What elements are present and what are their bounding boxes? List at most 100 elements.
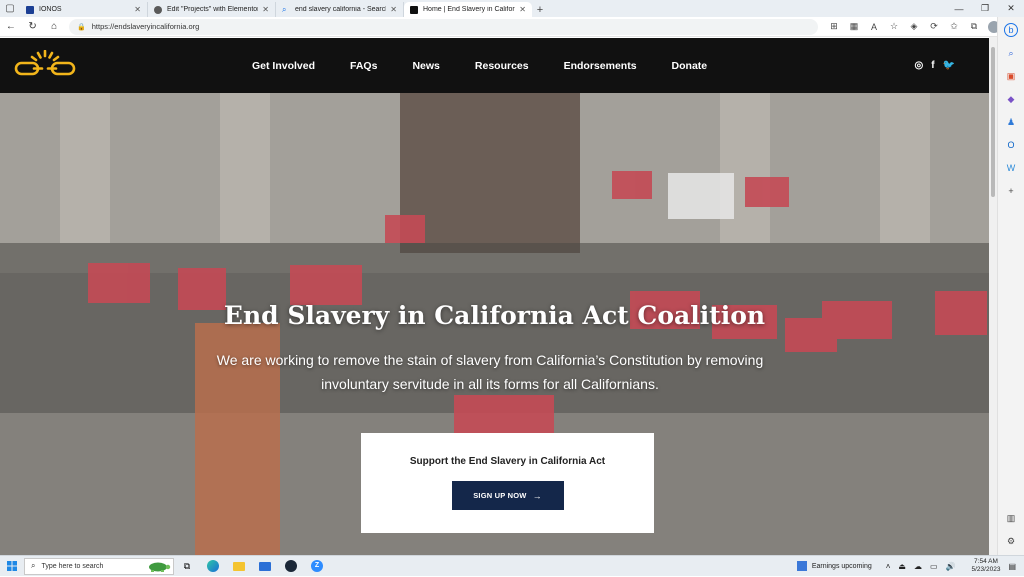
extensions-icon[interactable]: ◈ (904, 17, 924, 37)
shopping-icon[interactable]: ◆ (1004, 92, 1018, 106)
edge-app-icon[interactable] (200, 556, 226, 577)
windows-taskbar: ⌕ Type here to search ⧉ Z Earnings upcom… (0, 555, 1024, 576)
search-placeholder: Type here to search (41, 562, 104, 570)
arrow-right-icon: → (532, 490, 542, 501)
usb-icon[interactable]: ⏏ (898, 562, 906, 571)
broken-chain-logo-icon[interactable] (14, 50, 76, 80)
close-tab-icon[interactable]: ✕ (134, 5, 141, 14)
collections-icon[interactable]: ⧉ (964, 17, 984, 37)
drop-icon[interactable]: W (1004, 161, 1018, 175)
browser-tab[interactable]: ⌕ end slavery california - Search ✕ (276, 2, 404, 17)
browser-tab[interactable]: Edit "Projects" with Elementor ✕ (148, 2, 276, 17)
news-widget-text: Earnings upcoming (811, 562, 872, 570)
windows-logo-icon (7, 561, 17, 571)
wordpress-favicon-icon (154, 5, 162, 14)
nav-resources[interactable]: Resources (475, 60, 529, 72)
mail-icon[interactable] (252, 556, 278, 577)
tab-title: Edit "Projects" with Elementor (167, 6, 259, 13)
close-tab-icon[interactable]: ✕ (262, 5, 269, 14)
turtle-highlight-icon (149, 562, 171, 572)
window-controls: — ❐ ✕ (946, 0, 1024, 17)
system-tray: Earnings upcoming ˄ ⏏ ☁ ▭ 🔊 7:54 AM 5/23… (796, 556, 1024, 577)
close-window-icon[interactable]: ✕ (998, 0, 1024, 17)
browser-tab-active[interactable]: Home | End Slavery in California ✕ (404, 2, 532, 17)
minimize-icon[interactable]: — (946, 0, 972, 17)
search-icon[interactable]: ⌕ (1004, 46, 1018, 60)
show-hidden-icons[interactable]: ˄ (886, 562, 891, 571)
stocks-icon (796, 561, 807, 571)
edge-sidebar: b ⌕ ▣ ◆ ♟ O W + ▥ ⚙ (997, 17, 1024, 555)
tab-actions-icon[interactable]: ▢ (0, 0, 20, 17)
clock[interactable]: 7:54 AM 5/23/2023 (972, 558, 1001, 574)
tab-title: Home | End Slavery in California (423, 6, 516, 13)
clock-date: 5/23/2023 (971, 566, 1001, 573)
home-icon[interactable]: ⌂ (43, 17, 65, 37)
ionos-favicon-icon (26, 5, 34, 14)
sign-up-button-label: SIGN UP NOW (473, 491, 527, 500)
task-view-icon[interactable]: ⧉ (174, 556, 200, 577)
games-icon[interactable]: ♟ (1004, 115, 1018, 129)
refresh-icon[interactable]: ↻ (22, 17, 44, 37)
favorite-icon[interactable]: ☆ (884, 17, 904, 37)
sign-up-button[interactable]: SIGN UP NOW → (451, 481, 564, 510)
favorites-bar-icon[interactable]: ✩ (944, 17, 964, 37)
site-header: Get Involved FAQs News Resources Endorse… (0, 38, 989, 93)
close-tab-icon[interactable]: ✕ (390, 5, 397, 14)
facebook-icon[interactable]: f (931, 60, 934, 71)
lock-icon: 🔒 (77, 23, 86, 31)
site-favicon-icon (410, 5, 418, 14)
display-icon[interactable]: ▭ (930, 562, 938, 571)
hero-title: End Slavery in California Act Coalition (223, 301, 766, 330)
nav-endorsements[interactable]: Endorsements (564, 60, 637, 72)
nav-faqs[interactable]: FAQs (350, 60, 377, 72)
back-icon[interactable]: ← (0, 17, 22, 37)
signup-card: Support the End Slavery in California Ac… (361, 433, 654, 533)
file-explorer-icon[interactable] (226, 556, 252, 577)
volume-icon[interactable]: 🔊 (946, 562, 956, 571)
hero-section: End Slavery in California Act Coalition … (0, 93, 989, 555)
browser-toolbar: ⊞ ▦ A ☆ ◈ ⟳ ✩ ⧉ ⋯ (824, 17, 1024, 37)
main-nav: Get Involved FAQs News Resources Endorse… (252, 38, 707, 93)
notifications-icon[interactable]: ▤ (1008, 562, 1016, 571)
sidebar-settings-icon[interactable]: ⚙ (1004, 534, 1018, 548)
outlook-icon[interactable]: O (1004, 138, 1018, 152)
browser-tab-strip: ▢ IONOS ✕ Edit "Projects" with Elementor… (0, 0, 1024, 17)
instagram-icon[interactable]: ◎ (914, 60, 923, 71)
scrollbar-thumb[interactable] (991, 47, 995, 197)
nav-news[interactable]: News (412, 60, 439, 72)
news-widget[interactable]: Earnings upcoming (796, 561, 872, 571)
twitter-icon[interactable]: 🐦 (943, 60, 955, 71)
bing-chat-icon[interactable]: b (1004, 23, 1018, 37)
address-bar: ← ↻ ⌂ 🔒 https://endslaveryincalifornia.o… (0, 17, 1024, 37)
tab-title: IONOS (39, 6, 62, 13)
read-aloud-icon[interactable]: A (864, 17, 884, 37)
sidebar-layout-icon[interactable]: ▥ (1004, 511, 1018, 525)
search-favicon-icon: ⌕ (282, 4, 287, 14)
social-links: ◎ f 🐦 (914, 60, 955, 71)
signup-card-title: Support the End Slavery in California Ac… (409, 456, 606, 467)
refresh-alt-icon[interactable]: ⟳ (924, 17, 944, 37)
url-text: https://endslaveryincalifornia.org (91, 22, 200, 31)
web-page: Get Involved FAQs News Resources Endorse… (0, 38, 989, 555)
browser-tab[interactable]: IONOS ✕ (20, 2, 148, 17)
qr-code-icon[interactable]: ▦ (844, 17, 864, 37)
restore-icon[interactable]: ❐ (972, 0, 998, 17)
clock-time: 7:54 AM (974, 558, 998, 565)
tools-icon[interactable]: ▣ (1004, 69, 1018, 83)
add-sidebar-app-icon[interactable]: + (1004, 184, 1018, 198)
close-tab-icon[interactable]: ✕ (519, 5, 526, 14)
nav-get-involved[interactable]: Get Involved (252, 60, 315, 72)
app-available-icon[interactable]: ⊞ (824, 17, 844, 37)
new-tab-button[interactable]: + (532, 2, 548, 17)
url-input[interactable]: 🔒 https://endslaveryincalifornia.org (69, 18, 818, 35)
taskbar-search-input[interactable]: ⌕ Type here to search (24, 557, 174, 575)
start-button[interactable] (0, 556, 24, 577)
network-icon[interactable]: ☁ (914, 562, 922, 571)
zoom-icon[interactable]: Z (304, 556, 330, 577)
search-icon: ⌕ (31, 561, 36, 570)
steam-icon[interactable] (278, 556, 304, 577)
tab-title: end slavery california - Search (295, 6, 387, 13)
nav-donate[interactable]: Donate (672, 60, 708, 72)
page-scrollbar[interactable] (989, 37, 997, 555)
hero-subtitle: We are working to remove the stain of sl… (216, 352, 764, 392)
